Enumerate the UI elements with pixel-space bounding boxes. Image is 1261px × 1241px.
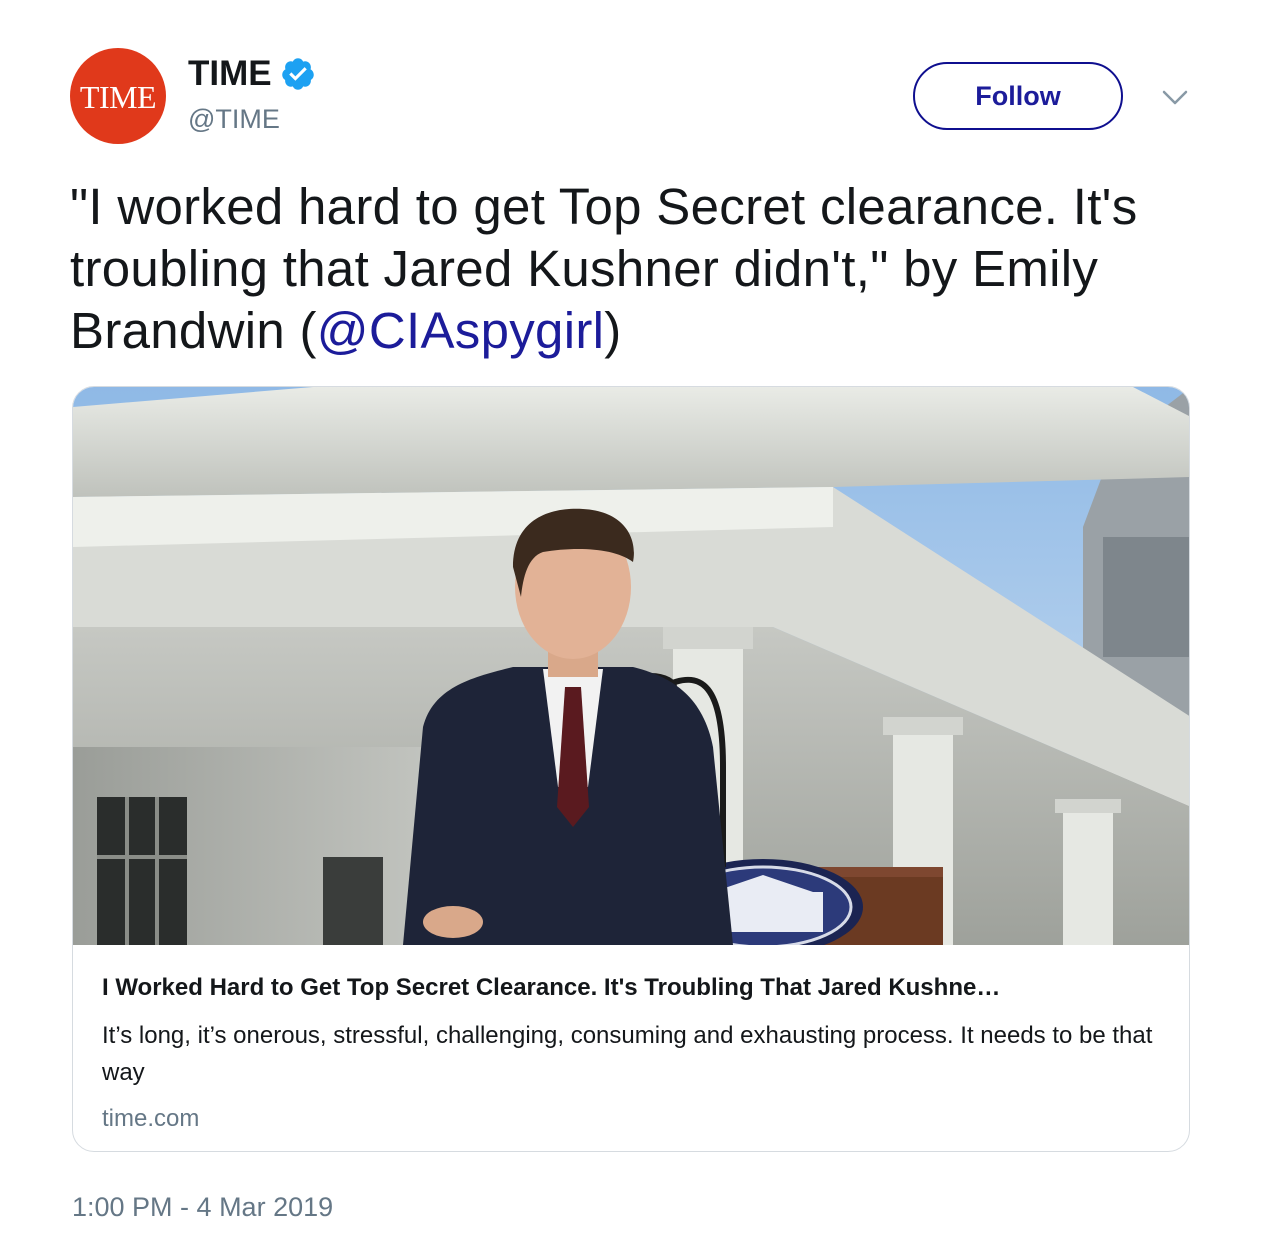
tweet-timestamp[interactable]: 1:00 PM - 4 Mar 2019	[72, 1192, 333, 1223]
tweet-text-tail: )	[604, 302, 622, 359]
link-card[interactable]: I Worked Hard to Get Top Secret Clearanc…	[72, 386, 1190, 1152]
follow-button[interactable]: Follow	[913, 62, 1123, 130]
mention-link[interactable]: @CIAspygirl	[317, 302, 604, 359]
author-name-row: TIME	[188, 54, 316, 94]
avatar[interactable]: TIME	[70, 48, 166, 144]
user-handle[interactable]: @TIME	[188, 104, 280, 135]
tweet: TIME TIME @TIME Follow "I worked hard to…	[0, 0, 1261, 1241]
display-name[interactable]: TIME	[188, 54, 272, 94]
card-description: It’s long, it’s onerous, stressful, chal…	[102, 1022, 1153, 1086]
card-domain: time.com	[102, 1105, 200, 1132]
tweet-text: "I worked hard to get Top Secret clearan…	[70, 176, 1200, 362]
verified-badge-icon	[281, 58, 314, 90]
chevron-down-icon[interactable]	[1160, 86, 1190, 110]
card-body: I Worked Hard to Get Top Secret Clearanc…	[102, 971, 1162, 1136]
card-title[interactable]: I Worked Hard to Get Top Secret Clearanc…	[102, 971, 1162, 1005]
avatar-logo-text: TIME	[79, 78, 157, 115]
card-image	[73, 387, 1189, 945]
